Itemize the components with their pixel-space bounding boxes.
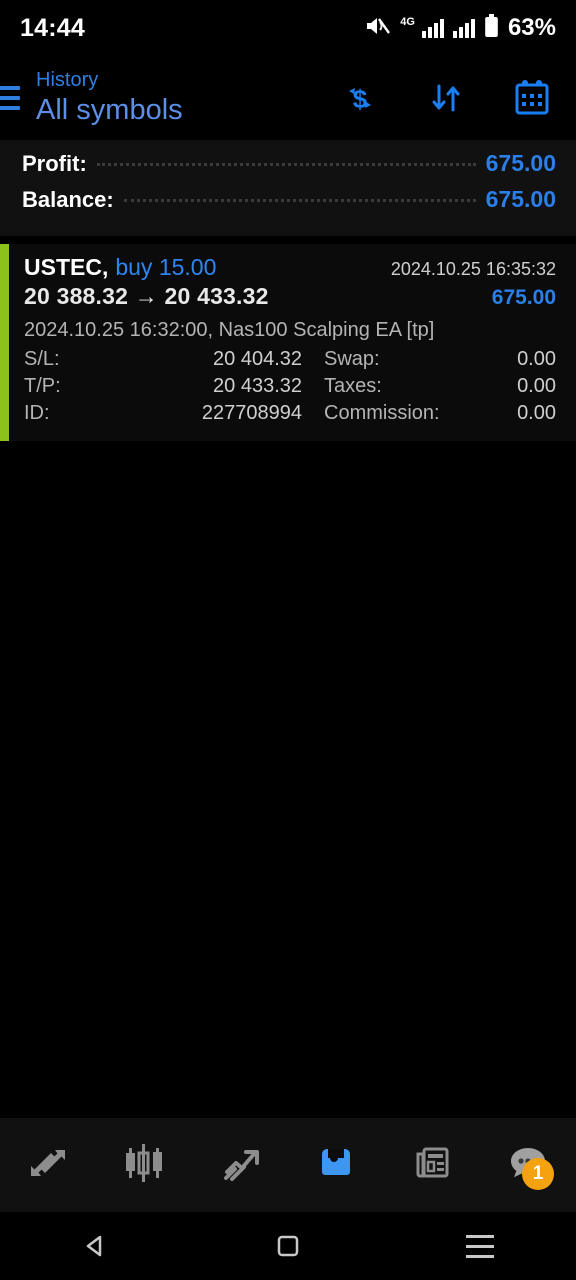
table-row: S/L: 20 404.32 Swap: 0.00 — [24, 348, 556, 375]
commission-value: 0.00 — [517, 402, 556, 424]
table-row: ID: 227708994 Commission: 0.00 — [24, 402, 556, 429]
signal-icon — [421, 18, 444, 38]
taxes-value: 0.00 — [517, 375, 556, 397]
taxes-label: Taxes: — [324, 375, 382, 397]
nav-recents-button[interactable] — [384, 1234, 576, 1258]
summary-row-profit: Profit: 675.00 — [22, 150, 556, 186]
inbox-tray-icon — [309, 1136, 363, 1195]
profit-label: Profit: — [22, 151, 87, 176]
balance-value: 675.00 — [485, 186, 556, 212]
header-actions: $ — [338, 76, 554, 120]
status-icons: 4G 63% — [365, 13, 556, 43]
hamburger-menu-icon[interactable] — [0, 86, 24, 110]
breadcrumb: History — [36, 68, 99, 91]
tp-value: 20 433.32 — [213, 375, 302, 397]
android-navigation-bar — [0, 1212, 576, 1280]
calendar-icon[interactable] — [510, 76, 554, 120]
deal-direction: buy 15.00 — [115, 254, 217, 280]
app-header: History All symbols $ — [0, 56, 576, 140]
nav-news[interactable] — [384, 1118, 480, 1212]
mute-icon — [365, 15, 391, 42]
sort-icon[interactable] — [424, 76, 468, 120]
account-summary: Profit: 675.00 Balance: 675.00 — [0, 140, 576, 236]
candlestick-icon — [117, 1136, 171, 1195]
history-deal-row[interactable]: USTEC, buy 15.00 2024.10.25 16:35:32 20 … — [0, 244, 576, 441]
nav-quotes[interactable] — [0, 1118, 96, 1212]
balance-label: Balance: — [22, 187, 114, 212]
deal-accent-bar — [0, 244, 9, 441]
deal-close-time: 2024.10.25 16:35:32 — [390, 259, 556, 279]
nav-history[interactable] — [288, 1118, 384, 1212]
nav-charts[interactable] — [96, 1118, 192, 1212]
back-triangle-icon — [86, 1235, 102, 1257]
trend-arrow-icon — [213, 1136, 267, 1195]
deal-symbol: USTEC, — [24, 254, 109, 280]
deal-profit: 675.00 — [491, 286, 556, 309]
leader-dots — [96, 163, 476, 166]
empty-list-area — [0, 441, 576, 1141]
deal-header: USTEC, buy 15.00 2024.10.25 16:35:32 — [24, 254, 556, 281]
signal-icon-2 — [452, 18, 475, 38]
nav-back-button[interactable] — [0, 1231, 192, 1261]
sl-value: 20 404.32 — [213, 348, 302, 370]
nav-home-button[interactable] — [192, 1232, 384, 1260]
recents-icon — [466, 1234, 494, 1258]
battery-percent: 63% — [507, 14, 556, 41]
header-titles: History All symbols — [36, 69, 183, 128]
section-divider — [0, 236, 576, 244]
nav-trade[interactable] — [192, 1118, 288, 1212]
currency-icon[interactable]: $ — [338, 76, 382, 120]
svg-text:$: $ — [353, 84, 368, 114]
network-type-label: 4G — [400, 15, 415, 28]
leader-dots — [123, 199, 476, 202]
quotes-arrows-icon — [21, 1136, 75, 1195]
deal-prices-row: 20 388.32 → 20 433.32 675.00 — [24, 283, 556, 310]
id-value: 227708994 — [201, 402, 302, 424]
status-bar: 14:44 4G 63% — [0, 0, 576, 56]
newspaper-icon — [405, 1136, 459, 1195]
status-time: 14:44 — [20, 13, 85, 42]
page-title[interactable]: All symbols — [36, 93, 183, 128]
profit-value: 675.00 — [485, 150, 556, 176]
phone-screen: 14:44 4G 63% History All symbols $ Profi… — [0, 0, 576, 1280]
deal-prices: 20 388.32 → 20 433.32 — [24, 283, 269, 309]
chat-badge: 1 — [522, 1158, 554, 1190]
battery-icon — [484, 13, 499, 43]
swap-label: Swap: — [324, 348, 380, 370]
tp-label: T/P: — [24, 375, 61, 397]
swap-value: 0.00 — [517, 348, 556, 370]
deal-details-table: S/L: 20 404.32 Swap: 0.00 T/P: 20 433.32… — [24, 348, 556, 429]
commission-label: Commission: — [324, 402, 440, 424]
nav-chat[interactable]: 1 — [480, 1118, 576, 1212]
id-label: ID: — [24, 402, 50, 424]
summary-row-balance: Balance: 675.00 — [22, 186, 556, 222]
table-row: T/P: 20 433.32 Taxes: 0.00 — [24, 375, 556, 402]
deal-open-info: 2024.10.25 16:32:00, Nas100 Scalping EA … — [24, 319, 435, 341]
bottom-navigation: 1 — [0, 1118, 576, 1212]
home-square-icon — [277, 1235, 299, 1257]
sl-label: S/L: — [24, 348, 60, 370]
